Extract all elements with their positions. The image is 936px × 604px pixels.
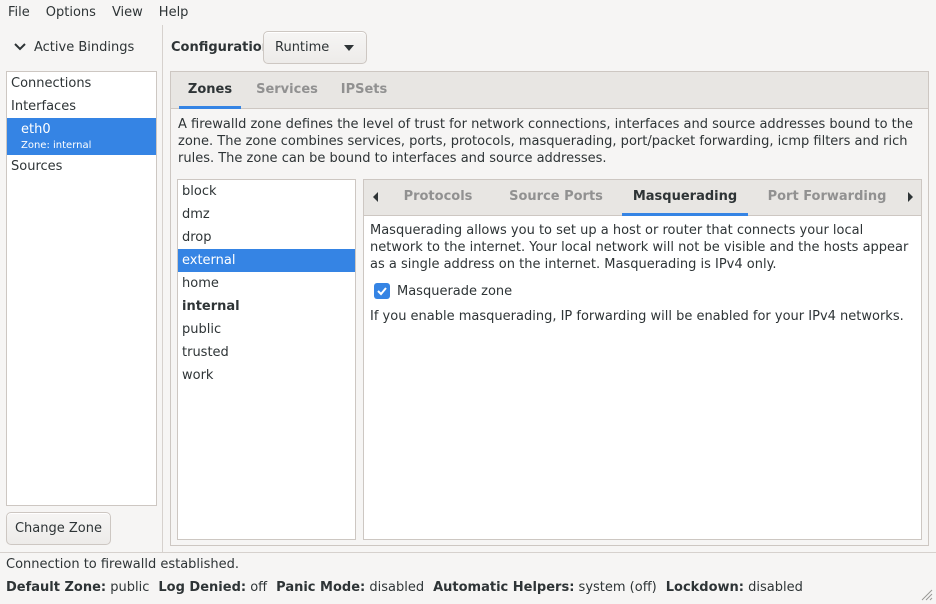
zone-settings-tab-bar: Protocols Source Ports Masquerading Port… [364,180,921,216]
change-zone-button[interactable]: Change Zone [6,512,111,545]
scroll-left-icon[interactable] [364,180,386,215]
tab-source-ports[interactable]: Source Ports [500,180,612,215]
binding-sources[interactable]: Sources [7,155,156,178]
bindings-list: Connections Interfaces eth0 Zone: intern… [6,71,157,506]
menu-help[interactable]: Help [151,0,197,25]
checkmark-icon [377,287,387,296]
status-panic-mode: Panic Mode: disabled [276,580,425,595]
active-bindings-toggle[interactable]: Active Bindings [14,37,134,57]
binding-connections[interactable]: Connections [7,72,156,95]
zone-home[interactable]: home [178,272,355,295]
dropdown-arrow-icon [344,45,354,51]
zone-drop[interactable]: drop [178,226,355,249]
checkbox[interactable] [374,283,390,299]
status-automatic-helpers: Automatic Helpers: system (off) [433,580,657,595]
zones-list: block dmz drop external home internal pu… [177,179,356,540]
binding-interfaces[interactable]: Interfaces [7,95,156,118]
zone-work[interactable]: work [178,364,355,387]
scroll-right-icon[interactable] [899,180,921,215]
menu-view[interactable]: View [104,0,151,25]
zone-description: A firewalld zone defines the level of tr… [178,117,914,166]
binding-eth0-zone: Zone: internal [21,140,92,151]
menubar: File Options View Help [0,0,936,25]
masquerading-description: Masquerading allows you to set up a host… [370,223,909,272]
configuration-value: Runtime [275,40,330,55]
status-default-zone: Default Zone: public [6,580,150,595]
main-notebook: Zones Services IPSets A firewalld zone d… [170,71,929,546]
status-message: Connection to firewalld established. [6,557,240,572]
main-tab-bar: Zones Services IPSets [171,72,928,109]
status-lockdown: Lockdown: disabled [665,580,803,595]
menu-options[interactable]: Options [38,0,104,25]
zone-settings-notebook: Protocols Source Ports Masquerading Port… [363,179,922,540]
resize-grip-icon[interactable] [919,587,933,601]
masquerade-zone-label: Masquerade zone [397,283,513,299]
zone-public[interactable]: public [178,318,355,341]
tab-services[interactable]: Services [253,72,321,108]
zone-external[interactable]: external [178,249,355,272]
binding-eth0-label: eth0 [21,122,51,137]
zone-block[interactable]: block [178,180,355,203]
zone-dmz[interactable]: dmz [178,203,355,226]
tab-zones[interactable]: Zones [179,72,241,109]
configuration-label: Configuration: [171,40,277,55]
binding-eth0[interactable]: eth0 Zone: internal [7,118,156,155]
configuration-select[interactable]: Runtime [263,31,367,64]
menu-file[interactable]: File [0,0,38,25]
tab-port-forwarding[interactable]: Port Forwarding [762,180,892,215]
bindings-pane: Active Bindings Connections Interfaces e… [0,25,163,552]
tab-protocols[interactable]: Protocols [394,180,482,215]
status-log-denied: Log Denied: off [158,580,268,595]
tab-masquerading[interactable]: Masquerading [622,180,748,216]
status-separator [0,552,936,553]
zone-internal[interactable]: internal [178,295,355,318]
masquerading-note: If you enable masquerading, IP forwardin… [370,309,904,324]
status-bar: Default Zone: public Log Denied: off Pan… [6,579,812,596]
zone-trusted[interactable]: trusted [178,341,355,364]
chevron-down-icon [14,43,26,51]
masquerade-zone-checkbox[interactable]: Masquerade zone [374,282,512,300]
active-bindings-label: Active Bindings [34,39,135,55]
tab-ipsets[interactable]: IPSets [335,72,393,108]
